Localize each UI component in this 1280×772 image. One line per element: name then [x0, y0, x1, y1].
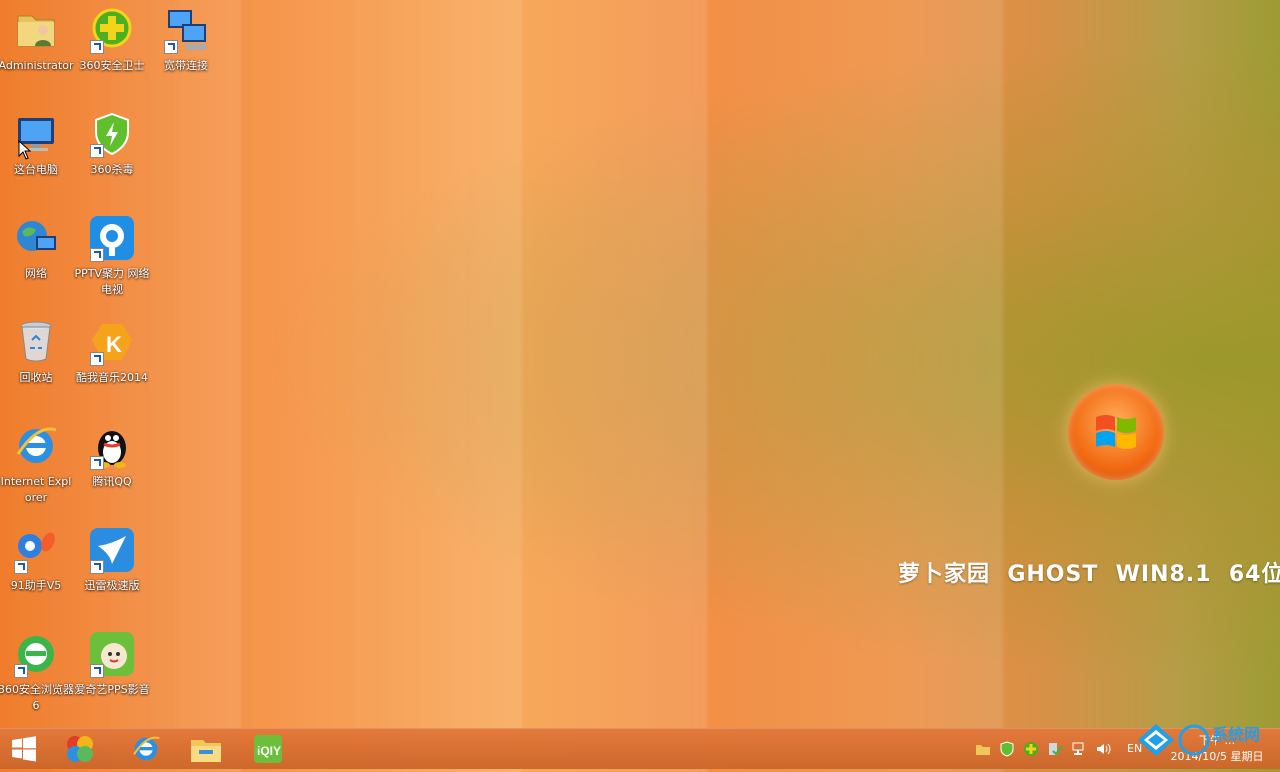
desktop: Administrator 这台电脑 网络 回收站 Internet Explo… [0, 0, 1280, 728]
tray-360-plus-icon[interactable] [1022, 740, 1040, 758]
desktop-icon-tencent-qq[interactable]: 腾讯QQ [76, 420, 148, 520]
recycle-bin-icon [12, 318, 60, 366]
kuwo-music-icon: K [88, 318, 136, 366]
shortcut-arrow-icon [90, 40, 104, 54]
91-assistant-icon [12, 526, 60, 574]
tray-security-check-icon[interactable] [1046, 740, 1064, 758]
windows-flag-icon [1096, 415, 1136, 449]
shortcut-arrow-icon [14, 664, 28, 678]
icon-label: 360安全卫士 [79, 59, 145, 72]
tray-network-icon[interactable] [1070, 740, 1088, 758]
watermark-logo-icon: 系统网 [1138, 724, 1260, 756]
color-balls-icon [67, 736, 93, 762]
iqiyi-pps-icon [88, 630, 136, 678]
desktop-icon-administrator[interactable]: Administrator [0, 4, 74, 104]
desktop-icon-kuwo-music[interactable]: K 酷我音乐2014 [76, 316, 148, 416]
shortcut-arrow-icon [90, 456, 104, 470]
site-watermark: 系统网 [1128, 714, 1278, 768]
svg-text:iQIY: iQIY [257, 744, 281, 758]
icon-label: 迅雷极速版 [84, 579, 140, 592]
tray-volume-icon[interactable] [1094, 740, 1112, 758]
360-security-icon [88, 6, 136, 54]
icon-label: 腾讯QQ [92, 475, 132, 488]
start-button[interactable] [0, 731, 48, 767]
desktop-icon-91-assistant[interactable]: 91助手V5 [0, 524, 72, 624]
icon-label: 360杀毒 [90, 163, 134, 176]
desktop-icon-internet-explorer[interactable]: Internet Explorer [0, 420, 72, 520]
wallpaper-brand-text: 萝卜家园 GHOST WIN8.1 64位 [898, 562, 1280, 587]
pptv-icon [88, 214, 136, 262]
icon-label: 宽带连接 [164, 59, 208, 72]
icon-label: 360安全浏览器6 [0, 683, 74, 712]
internet-explorer-icon [133, 736, 160, 761]
taskbar: iQIY EN 下午 ... 2014/10/5 星期日 [0, 728, 1280, 769]
iqiyi-icon: iQIY [254, 735, 282, 763]
shortcut-arrow-icon [164, 40, 178, 54]
desktop-icon-pptv[interactable]: PPTV聚力 网络电视 [74, 212, 150, 312]
desktop-icon-network[interactable]: 网络 [0, 212, 72, 312]
file-explorer-icon [191, 740, 221, 762]
mouse-cursor-icon [18, 140, 32, 160]
tray-folder-icon[interactable] [974, 740, 992, 758]
icon-label: 网络 [25, 267, 47, 280]
network-icon [12, 214, 60, 262]
desktop-icon-360-security[interactable]: 360安全卫士 [76, 4, 148, 104]
icon-label: PPTV聚力 网络电视 [74, 267, 150, 296]
shortcut-arrow-icon [14, 560, 28, 574]
taskbar-app-switcher[interactable] [56, 731, 104, 767]
360-browser-icon [12, 630, 60, 678]
shortcut-arrow-icon [90, 248, 104, 262]
watermark-text: 系统网 [1212, 725, 1260, 744]
desktop-icon-recycle-bin[interactable]: 回收站 [0, 316, 72, 416]
xunlei-icon [88, 526, 136, 574]
icon-label: 这台电脑 [14, 163, 58, 176]
icon-label: Internet Explorer [0, 475, 72, 504]
shortcut-arrow-icon [90, 560, 104, 574]
tencent-qq-icon [88, 422, 136, 470]
desktop-icon-360-browser[interactable]: 360安全浏览器6 [0, 628, 74, 728]
taskbar-internet-explorer[interactable] [122, 731, 170, 767]
shortcut-arrow-icon [90, 352, 104, 366]
desktop-icon-broadband[interactable]: 宽带连接 [150, 4, 222, 104]
taskbar-file-explorer[interactable] [182, 731, 230, 767]
desktop-icon-iqiyi-pps[interactable]: 爱奇艺PPS影音 [74, 628, 150, 728]
broadband-connection-icon [162, 6, 210, 54]
internet-explorer-icon [12, 422, 60, 470]
icon-label: 回收站 [19, 371, 53, 384]
icon-label: 爱奇艺PPS影音 [74, 683, 150, 696]
system-tray [974, 737, 1112, 761]
svg-text:K: K [106, 332, 122, 357]
360-antivirus-icon [88, 110, 136, 158]
tray-shield-icon[interactable] [998, 740, 1016, 758]
desktop-icon-360-antivirus[interactable]: 360杀毒 [76, 108, 148, 208]
administrator-folder-icon [12, 6, 60, 54]
shortcut-arrow-icon [90, 144, 104, 158]
icon-label: 酷我音乐2014 [76, 371, 148, 384]
windows-start-icon [12, 736, 36, 762]
desktop-icon-this-pc[interactable]: 这台电脑 [0, 108, 72, 208]
taskbar-iqiyi[interactable]: iQIY [244, 731, 292, 767]
icon-label: Administrator [0, 59, 74, 72]
desktop-icon-xunlei[interactable]: 迅雷极速版 [76, 524, 148, 624]
shortcut-arrow-icon [90, 664, 104, 678]
windows-orb-logo [1068, 384, 1164, 480]
icon-label: 91助手V5 [10, 579, 62, 592]
